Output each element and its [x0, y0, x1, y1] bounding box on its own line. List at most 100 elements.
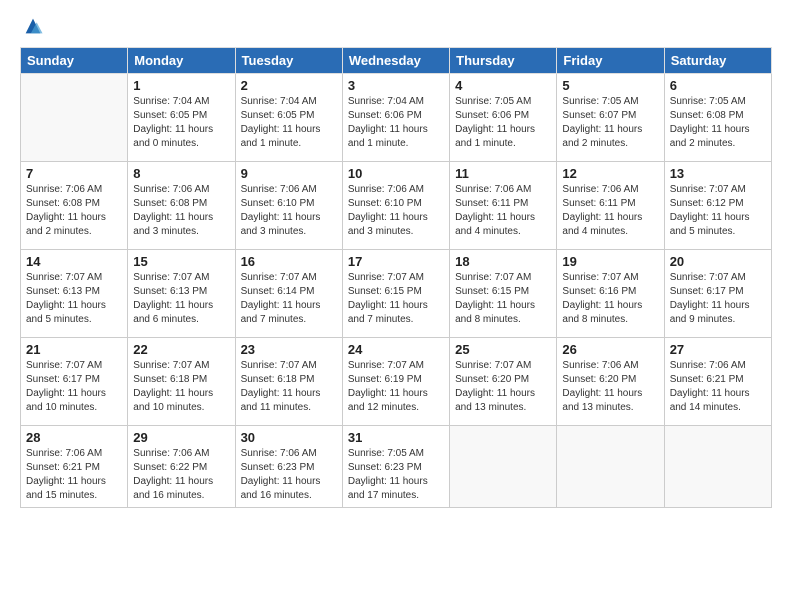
day-info: Sunrise: 7:06 AM Sunset: 6:10 PM Dayligh… — [348, 183, 444, 239]
day-info: Sunrise: 7:07 AM Sunset: 6:18 PM Dayligh… — [241, 359, 337, 415]
calendar-cell: 23 Sunrise: 7:07 AM Sunset: 6:18 PM Dayl… — [235, 338, 342, 426]
day-info: Sunrise: 7:05 AM Sunset: 6:23 PM Dayligh… — [348, 447, 444, 503]
calendar-cell: 17 Sunrise: 7:07 AM Sunset: 6:15 PM Dayl… — [342, 250, 449, 338]
daylight-label: Daylight: 11 hours and 16 minutes. — [133, 476, 213, 501]
day-number: 10 — [348, 166, 444, 181]
sunrise-time: 7:07 AM — [709, 184, 746, 195]
sunrise-time: 7:06 AM — [65, 448, 102, 459]
sunset-label: Sunset: — [348, 374, 385, 385]
calendar-cell: 24 Sunrise: 7:07 AM Sunset: 6:19 PM Dayl… — [342, 338, 449, 426]
sunrise-label: Sunrise: — [26, 448, 65, 459]
week-row-0: 1 Sunrise: 7:04 AM Sunset: 6:05 PM Dayli… — [21, 74, 772, 162]
sunrise-time: 7:07 AM — [387, 360, 424, 371]
calendar-cell — [450, 426, 557, 508]
day-number: 27 — [670, 342, 766, 357]
sunset-label: Sunset: — [562, 374, 599, 385]
sunrise-time: 7:05 AM — [602, 96, 639, 107]
sunrise-time: 7:07 AM — [709, 272, 746, 283]
day-info: Sunrise: 7:07 AM Sunset: 6:15 PM Dayligh… — [455, 271, 551, 327]
sunrise-label: Sunrise: — [455, 184, 494, 195]
sunset-label: Sunset: — [670, 198, 707, 209]
day-number: 18 — [455, 254, 551, 269]
sunset-label: Sunset: — [562, 110, 599, 121]
sunrise-label: Sunrise: — [133, 448, 172, 459]
sunrise-label: Sunrise: — [562, 360, 601, 371]
sunrise-time: 7:06 AM — [709, 360, 746, 371]
daylight-label: Daylight: 11 hours and 1 minute. — [241, 124, 321, 149]
calendar-cell: 8 Sunrise: 7:06 AM Sunset: 6:08 PM Dayli… — [128, 162, 235, 250]
sunset-label: Sunset: — [455, 286, 492, 297]
calendar-cell: 31 Sunrise: 7:05 AM Sunset: 6:23 PM Dayl… — [342, 426, 449, 508]
calendar-cell: 25 Sunrise: 7:07 AM Sunset: 6:20 PM Dayl… — [450, 338, 557, 426]
sunset-time: 6:13 PM — [63, 286, 100, 297]
sunset-label: Sunset: — [241, 110, 278, 121]
sunrise-label: Sunrise: — [562, 96, 601, 107]
daylight-label: Daylight: 11 hours and 3 minutes. — [133, 212, 213, 237]
calendar-cell: 11 Sunrise: 7:06 AM Sunset: 6:11 PM Dayl… — [450, 162, 557, 250]
daylight-label: Daylight: 11 hours and 2 minutes. — [562, 124, 642, 149]
day-number: 28 — [26, 430, 122, 445]
week-row-4: 28 Sunrise: 7:06 AM Sunset: 6:21 PM Dayl… — [21, 426, 772, 508]
weekday-thursday: Thursday — [450, 48, 557, 74]
sunset-time: 6:06 PM — [385, 110, 422, 121]
sunrise-time: 7:07 AM — [280, 360, 317, 371]
sunset-time: 6:14 PM — [277, 286, 314, 297]
day-number: 31 — [348, 430, 444, 445]
day-number: 16 — [241, 254, 337, 269]
daylight-label: Daylight: 11 hours and 2 minutes. — [26, 212, 106, 237]
calendar-cell: 15 Sunrise: 7:07 AM Sunset: 6:13 PM Dayl… — [128, 250, 235, 338]
daylight-label: Daylight: 11 hours and 13 minutes. — [562, 388, 642, 413]
sunrise-label: Sunrise: — [241, 184, 280, 195]
sunrise-time: 7:06 AM — [387, 184, 424, 195]
day-number: 3 — [348, 78, 444, 93]
sunset-label: Sunset: — [26, 286, 63, 297]
day-info: Sunrise: 7:07 AM Sunset: 6:18 PM Dayligh… — [133, 359, 229, 415]
day-number: 19 — [562, 254, 658, 269]
sunset-time: 6:15 PM — [385, 286, 422, 297]
sunrise-label: Sunrise: — [241, 360, 280, 371]
sunrise-time: 7:07 AM — [495, 272, 532, 283]
day-info: Sunrise: 7:04 AM Sunset: 6:06 PM Dayligh… — [348, 95, 444, 151]
daylight-label: Daylight: 11 hours and 0 minutes. — [133, 124, 213, 149]
calendar-cell: 21 Sunrise: 7:07 AM Sunset: 6:17 PM Dayl… — [21, 338, 128, 426]
sunrise-time: 7:05 AM — [709, 96, 746, 107]
daylight-label: Daylight: 11 hours and 12 minutes. — [348, 388, 428, 413]
sunrise-label: Sunrise: — [455, 272, 494, 283]
sunset-time: 6:20 PM — [492, 374, 529, 385]
sunrise-label: Sunrise: — [670, 272, 709, 283]
calendar-cell: 13 Sunrise: 7:07 AM Sunset: 6:12 PM Dayl… — [664, 162, 771, 250]
day-info: Sunrise: 7:06 AM Sunset: 6:08 PM Dayligh… — [133, 183, 229, 239]
weekday-saturday: Saturday — [664, 48, 771, 74]
day-info: Sunrise: 7:06 AM Sunset: 6:11 PM Dayligh… — [562, 183, 658, 239]
weekday-header-row: SundayMondayTuesdayWednesdayThursdayFrid… — [21, 48, 772, 74]
sunrise-label: Sunrise: — [133, 184, 172, 195]
sunset-label: Sunset: — [670, 374, 707, 385]
calendar-cell: 28 Sunrise: 7:06 AM Sunset: 6:21 PM Dayl… — [21, 426, 128, 508]
sunset-label: Sunset: — [348, 198, 385, 209]
week-row-2: 14 Sunrise: 7:07 AM Sunset: 6:13 PM Dayl… — [21, 250, 772, 338]
calendar-cell: 16 Sunrise: 7:07 AM Sunset: 6:14 PM Dayl… — [235, 250, 342, 338]
sunset-time: 6:18 PM — [170, 374, 207, 385]
day-number: 12 — [562, 166, 658, 181]
calendar-cell: 27 Sunrise: 7:06 AM Sunset: 6:21 PM Dayl… — [664, 338, 771, 426]
sunrise-label: Sunrise: — [241, 272, 280, 283]
sunset-time: 6:22 PM — [170, 462, 207, 473]
sunrise-time: 7:07 AM — [602, 272, 639, 283]
day-info: Sunrise: 7:07 AM Sunset: 6:14 PM Dayligh… — [241, 271, 337, 327]
sunset-label: Sunset: — [241, 374, 278, 385]
weekday-friday: Friday — [557, 48, 664, 74]
header — [20, 15, 772, 37]
calendar-cell: 5 Sunrise: 7:05 AM Sunset: 6:07 PM Dayli… — [557, 74, 664, 162]
sunrise-time: 7:04 AM — [387, 96, 424, 107]
day-info: Sunrise: 7:06 AM Sunset: 6:21 PM Dayligh… — [670, 359, 766, 415]
daylight-label: Daylight: 11 hours and 8 minutes. — [455, 300, 535, 325]
sunset-time: 6:23 PM — [385, 462, 422, 473]
calendar-cell: 2 Sunrise: 7:04 AM Sunset: 6:05 PM Dayli… — [235, 74, 342, 162]
calendar-cell: 18 Sunrise: 7:07 AM Sunset: 6:15 PM Dayl… — [450, 250, 557, 338]
sunrise-label: Sunrise: — [455, 360, 494, 371]
day-number: 2 — [241, 78, 337, 93]
weekday-sunday: Sunday — [21, 48, 128, 74]
sunset-time: 6:12 PM — [706, 198, 743, 209]
daylight-label: Daylight: 11 hours and 13 minutes. — [455, 388, 535, 413]
sunrise-label: Sunrise: — [133, 96, 172, 107]
